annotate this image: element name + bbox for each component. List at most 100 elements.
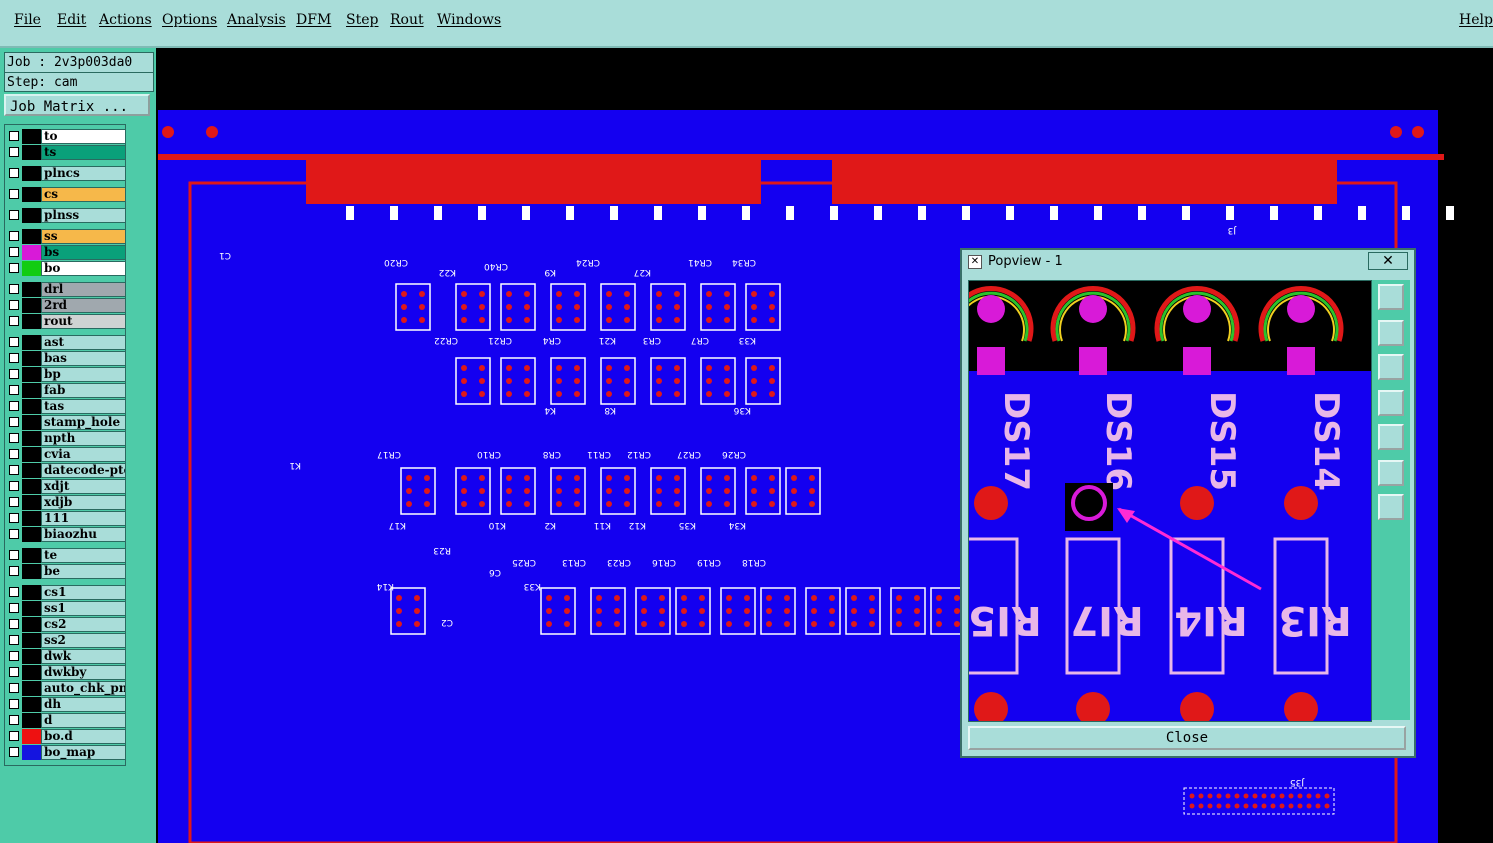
layer-checkbox[interactable] <box>9 651 19 661</box>
layer-name[interactable]: bo_map <box>41 745 126 760</box>
pan-up-icon[interactable] <box>1378 320 1404 346</box>
layer-row-cvia[interactable]: cvia <box>6 447 126 462</box>
layer-name[interactable]: plnss <box>41 208 126 223</box>
layer-checkbox[interactable] <box>9 316 19 326</box>
layer-checkbox[interactable] <box>9 231 19 241</box>
menu-options[interactable]: Options <box>162 12 217 28</box>
layer-row-bas[interactable]: bas <box>6 351 126 366</box>
layer-row-dh[interactable]: dh <box>6 697 126 712</box>
layer-checkbox[interactable] <box>9 587 19 597</box>
popview-zoom-view[interactable]: DS17 RI5 DS16 RI7 DS15 RI4 DS14 RI3 <box>968 280 1372 722</box>
popview-window[interactable]: ✕ Popview - 1 ✕ DS17 RI5 DS16 RI7 DS15 RI4 DS1… <box>960 248 1416 758</box>
layer-name[interactable]: fab <box>41 383 126 398</box>
layer-name[interactable]: stamp_hole <box>41 415 126 430</box>
layer-row-ss1[interactable]: ss1 <box>6 601 126 616</box>
layer-checkbox[interactable] <box>9 131 19 141</box>
layer-checkbox[interactable] <box>9 210 19 220</box>
layer-checkbox[interactable] <box>9 168 19 178</box>
layer-row-ts[interactable]: ts <box>6 145 126 160</box>
layer-name[interactable]: xdjt <box>41 479 126 494</box>
layer-row-dwkby[interactable]: dwkby <box>6 665 126 680</box>
layer-row-bp[interactable]: bp <box>6 367 126 382</box>
layer-name[interactable]: ss <box>41 229 126 244</box>
layer-row-fab[interactable]: fab <box>6 383 126 398</box>
layer-row-111[interactable]: 111 <box>6 511 126 526</box>
layer-row-d[interactable]: d <box>6 713 126 728</box>
zoom-tool-icon[interactable] <box>1378 284 1404 310</box>
job-matrix-button[interactable]: Job Matrix ... <box>4 94 150 116</box>
layer-name[interactable]: datecode-pte <box>41 463 126 478</box>
layer-row-biaozhu[interactable]: biaozhu <box>6 527 126 542</box>
layer-checkbox[interactable] <box>9 147 19 157</box>
layer-row-te[interactable]: te <box>6 548 126 563</box>
layer-checkbox[interactable] <box>9 465 19 475</box>
pan-right-icon[interactable] <box>1378 424 1404 450</box>
layer-name[interactable]: be <box>41 564 126 579</box>
layer-row-tas[interactable]: tas <box>6 399 126 414</box>
layer-name[interactable]: 2rd <box>41 298 126 313</box>
layer-checkbox[interactable] <box>9 747 19 757</box>
pan-down-icon[interactable] <box>1378 354 1404 380</box>
layer-name[interactable]: dh <box>41 697 126 712</box>
layer-row-datecode-pte[interactable]: datecode-pte <box>6 463 126 478</box>
popview-titlebar[interactable]: ✕ Popview - 1 ✕ <box>962 250 1414 274</box>
layer-checkbox[interactable] <box>9 731 19 741</box>
layer-checkbox[interactable] <box>9 667 19 677</box>
layer-row-bo-map[interactable]: bo_map <box>6 745 126 760</box>
layer-checkbox[interactable] <box>9 683 19 693</box>
layer-checkbox[interactable] <box>9 635 19 645</box>
layer-name[interactable]: d <box>41 713 126 728</box>
layer-name[interactable]: drl <box>41 282 126 297</box>
layer-checkbox[interactable] <box>9 385 19 395</box>
layer-checkbox[interactable] <box>9 603 19 613</box>
layer-name[interactable]: rout <box>41 314 126 329</box>
layer-name[interactable]: bo.d <box>41 729 126 744</box>
layer-checkbox[interactable] <box>9 550 19 560</box>
layer-row-xdjb[interactable]: xdjb <box>6 495 126 510</box>
layer-name[interactable]: cs <box>41 187 126 202</box>
layer-name[interactable]: dwkby <box>41 665 126 680</box>
layer-row-bs[interactable]: bs <box>6 245 126 260</box>
popview-close-icon[interactable]: ✕ <box>1368 252 1408 270</box>
layer-checkbox[interactable] <box>9 189 19 199</box>
layer-row-2rd[interactable]: 2rd <box>6 298 126 313</box>
layer-checkbox[interactable] <box>9 619 19 629</box>
layer-row-npth[interactable]: npth <box>6 431 126 446</box>
layer-name[interactable]: biaozhu <box>41 527 126 542</box>
layer-checkbox[interactable] <box>9 353 19 363</box>
layer-checkbox[interactable] <box>9 300 19 310</box>
layer-checkbox[interactable] <box>9 715 19 725</box>
layer-checkbox[interactable] <box>9 369 19 379</box>
layer-name[interactable]: ts <box>41 145 126 160</box>
layer-name[interactable]: auto_chk_pnl <box>41 681 126 696</box>
menu-analysis[interactable]: Analysis <box>227 12 286 28</box>
layer-name[interactable]: cs2 <box>41 617 126 632</box>
layer-checkbox[interactable] <box>9 337 19 347</box>
menu-step[interactable]: Step <box>346 12 378 28</box>
layer-checkbox[interactable] <box>9 433 19 443</box>
layer-name[interactable]: ss2 <box>41 633 126 648</box>
layer-name[interactable]: bas <box>41 351 126 366</box>
layer-checkbox[interactable] <box>9 699 19 709</box>
menu-actions[interactable]: Actions <box>99 12 152 28</box>
layer-name[interactable]: 111 <box>41 511 126 526</box>
layer-name[interactable]: xdjb <box>41 495 126 510</box>
layer-row-ss2[interactable]: ss2 <box>6 633 126 648</box>
layer-name[interactable]: ss1 <box>41 601 126 616</box>
layer-name[interactable]: bp <box>41 367 126 382</box>
layer-checkbox[interactable] <box>9 401 19 411</box>
layer-name[interactable]: dwk <box>41 649 126 664</box>
layer-checkbox[interactable] <box>9 247 19 257</box>
layer-name[interactable]: npth <box>41 431 126 446</box>
zoom-fit-icon[interactable] <box>1378 494 1404 520</box>
layer-row-plnss[interactable]: plnss <box>6 208 126 223</box>
layer-row-cs2[interactable]: cs2 <box>6 617 126 632</box>
layer-row-dwk[interactable]: dwk <box>6 649 126 664</box>
menu-file[interactable]: File <box>14 12 41 28</box>
layer-row-bo-d[interactable]: bo.d <box>6 729 126 744</box>
pan-left-icon[interactable] <box>1378 390 1404 416</box>
zoom-in-icon[interactable] <box>1378 460 1404 486</box>
layer-row-ss[interactable]: ss <box>6 229 126 244</box>
layer-row-bo[interactable]: bo <box>6 261 126 276</box>
menu-rout[interactable]: Rout <box>390 12 424 28</box>
